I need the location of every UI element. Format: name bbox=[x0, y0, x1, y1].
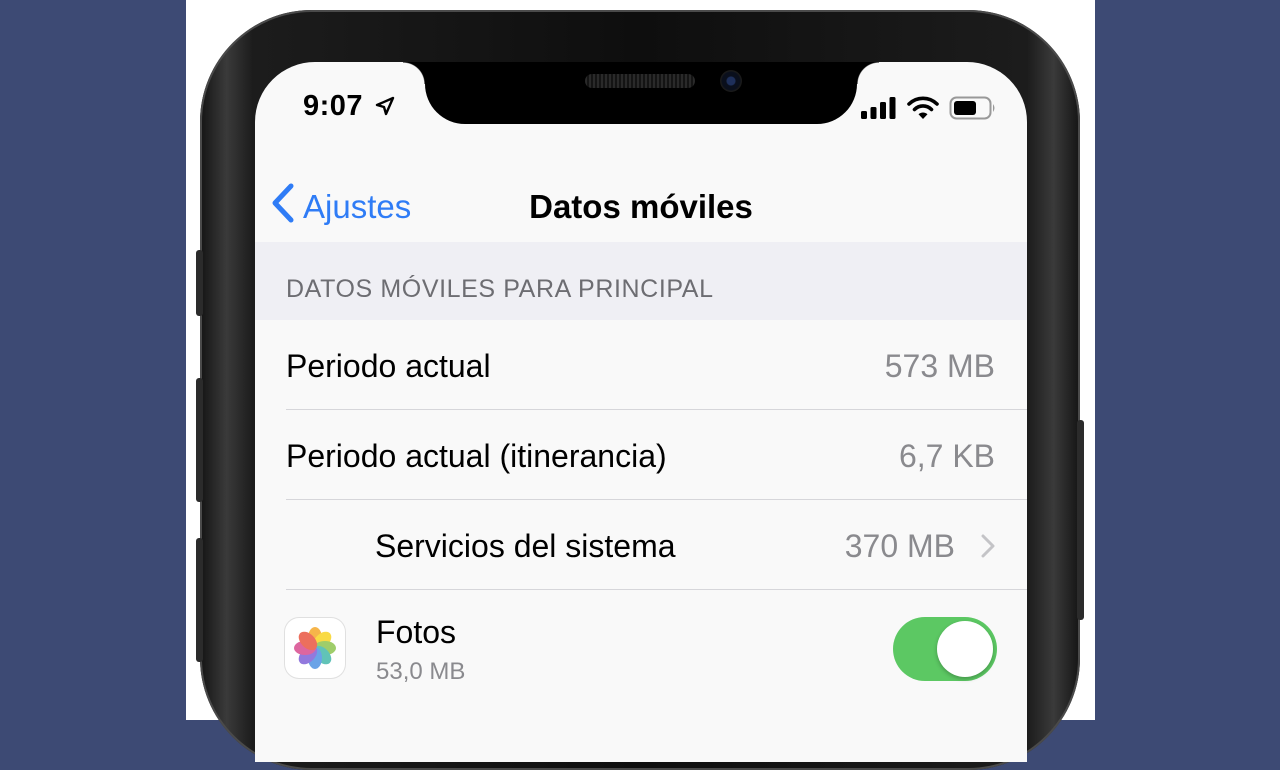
volume-down-button bbox=[196, 538, 203, 662]
notch-corner-right bbox=[857, 62, 879, 84]
cellular-signal-icon bbox=[861, 97, 897, 124]
power-button bbox=[1077, 420, 1084, 620]
list-item-app-fotos: Fotos 53,0 MB bbox=[255, 590, 1027, 710]
section-header: DATOS MÓVILES PARA PRINCIPAL bbox=[255, 242, 1027, 320]
status-icons bbox=[861, 96, 997, 125]
front-camera bbox=[720, 70, 742, 92]
fotos-cellular-toggle[interactable] bbox=[893, 617, 997, 681]
earpiece-speaker bbox=[585, 74, 695, 88]
navigation-bar: Datos móviles Ajustes bbox=[255, 172, 1027, 242]
app-name: Fotos bbox=[376, 614, 457, 650]
row-label: Servicios del sistema bbox=[375, 528, 676, 564]
list-item-current-period: Periodo actual 573 MB bbox=[255, 320, 1027, 410]
chevron-right-icon bbox=[981, 534, 995, 563]
toggle-knob bbox=[937, 621, 993, 677]
location-arrow-icon bbox=[375, 96, 395, 121]
list-item-system-services[interactable]: Servicios del sistema 370 MB bbox=[255, 500, 1027, 590]
mute-switch bbox=[196, 250, 203, 316]
notch bbox=[425, 62, 857, 124]
battery-icon bbox=[949, 96, 997, 125]
back-button[interactable]: Ajustes bbox=[271, 172, 411, 242]
photos-app-icon bbox=[285, 618, 345, 678]
chevron-left-icon bbox=[271, 183, 303, 231]
row-value: 6,7 KB bbox=[898, 438, 995, 474]
section-header-label: DATOS MÓVILES PARA PRINCIPAL bbox=[286, 275, 714, 303]
volume-up-button bbox=[196, 378, 203, 502]
list-item-roaming-period: Periodo actual (itinerancia) 6,7 KB bbox=[255, 410, 1027, 500]
app-usage: 53,0 MB bbox=[376, 658, 466, 685]
wifi-icon bbox=[907, 96, 939, 125]
notch-corner-left bbox=[403, 62, 425, 84]
usage-list: Periodo actual 573 MB Periodo actual (it… bbox=[255, 320, 1027, 710]
row-value: 573 MB bbox=[884, 348, 995, 384]
row-label: Periodo actual bbox=[286, 348, 491, 384]
row-value: 370 MB bbox=[844, 528, 955, 564]
row-label: Periodo actual (itinerancia) bbox=[286, 438, 667, 474]
status-time: 9:07 bbox=[303, 90, 364, 122]
phone-screen: 9:07 Datos móviles Ajustes DATOS MÓVILES… bbox=[255, 62, 1027, 762]
back-label: Ajustes bbox=[303, 188, 412, 225]
